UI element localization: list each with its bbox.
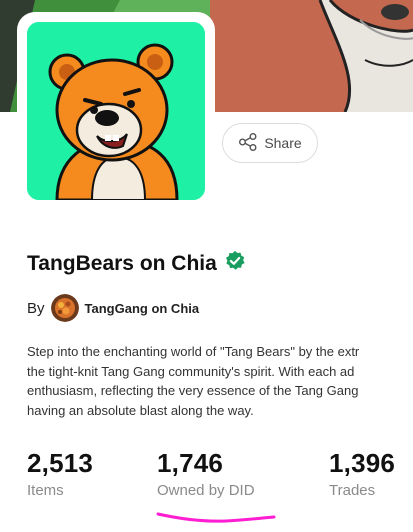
collection-title: TangBears on Chia [27, 251, 217, 275]
creator-row: By TangGang on Chia [27, 294, 199, 322]
stat-items: 2,513 Items [27, 446, 93, 502]
collection-avatar [27, 22, 205, 200]
creator-avatar [50, 294, 79, 322]
collection-avatar-card [17, 12, 215, 210]
share-icon [238, 132, 258, 155]
creator-link[interactable]: TangGang on Chia [50, 294, 200, 322]
description-line: enthusiasm, reflecting the very essence … [27, 383, 359, 398]
stat-owned-by-did: 1,746 Owned by DID [157, 446, 255, 502]
collection-description: Step into the enchanting world of "Tang … [27, 342, 413, 420]
by-label: By [27, 299, 45, 317]
annotation-underline [156, 512, 276, 523]
description-line: having an absolute blast along the way. [27, 402, 254, 418]
stat-value: 1,396 [329, 448, 396, 478]
creator-name: TangGang on Chia [84, 300, 200, 316]
stat-value: 2,513 [27, 448, 94, 478]
verified-check-icon [224, 250, 246, 277]
share-button[interactable]: Share [222, 123, 318, 163]
collection-title-row: TangBears on Chia [27, 250, 246, 277]
stat-label: Trades [329, 482, 376, 499]
description-line: Step into the enchanting world of "Tang … [27, 344, 360, 359]
stat-trades: 1,396 Trades [329, 446, 395, 502]
stat-label: Owned by DID [157, 482, 255, 499]
stat-value: 1,746 [157, 448, 224, 478]
share-button-label: Share [264, 135, 302, 151]
description-line: the tight-knit Tang Gang community's spi… [27, 363, 355, 379]
stat-label: Items [27, 482, 64, 499]
